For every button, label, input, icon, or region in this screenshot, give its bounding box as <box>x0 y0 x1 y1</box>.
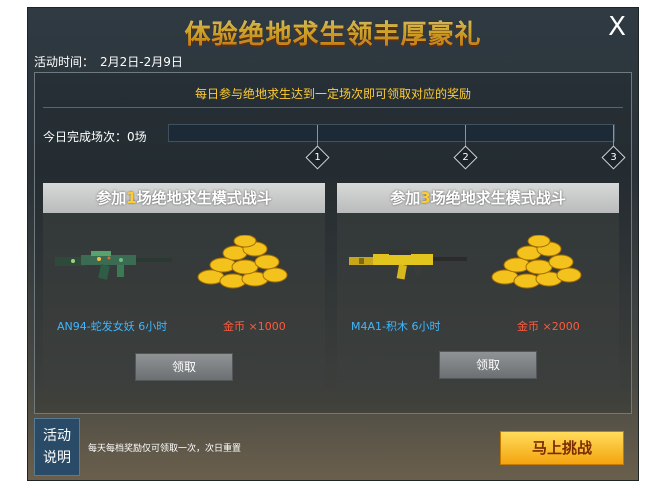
gold-coins-icon <box>491 235 582 289</box>
item-name: M4A1-积木 6小时 <box>351 320 441 333</box>
rules-tab-line2: 说明 <box>43 450 71 466</box>
claim-button[interactable]: 领取 <box>439 351 537 379</box>
event-rules-tab[interactable]: 活动 说明 <box>34 418 80 476</box>
progress-bar <box>168 124 615 153</box>
coin-reward: 金币 ×2000 <box>517 320 580 333</box>
card-header: 参加3场绝地求生模式战斗 <box>337 183 619 213</box>
card-header-prefix: 参加 <box>390 189 421 207</box>
footer-note: 每天每档奖励仅可领取一次，次日重置 <box>88 444 242 454</box>
milestone-marker-1: 1 <box>305 145 330 170</box>
card-header: 参加1场绝地求生模式战斗 <box>43 183 325 213</box>
divider <box>43 107 623 108</box>
claim-button[interactable]: 领取 <box>135 353 233 381</box>
item-name: AN94-蛇发女妖 6小时 <box>57 320 168 333</box>
close-icon[interactable]: X <box>604 14 630 40</box>
event-time: 活动时间： 2月2日-2月9日 <box>34 53 189 70</box>
event-dialog: 体验绝地求生领丰厚豪礼 体验绝地求生领丰厚豪礼 X 活动时间：2月2日-2月9日… <box>28 8 638 480</box>
challenge-now-button[interactable]: 马上挑战 <box>500 431 624 465</box>
card-header-suffix: 场绝地求生模式战斗 <box>136 189 272 207</box>
rifle-camo-icon <box>55 251 172 280</box>
rules-tab-line1: 活动 <box>43 428 71 444</box>
card-header-count: 1 <box>126 189 137 207</box>
milestone-marker-2: 2 <box>453 145 478 170</box>
reward-card-2: 参加3场绝地求生模式战斗 M4A1-积木 6小时 金币 ×2000 领取 <box>337 183 619 398</box>
rifle-yellow-icon <box>349 250 467 280</box>
event-time-label: 活动时间： <box>34 55 95 69</box>
milestone-marker-3: 3 <box>601 145 626 170</box>
reward-notice: 每日参与绝地求生达到一定场次即可领取对应的奖励 <box>194 87 471 101</box>
milestone-number: 1 <box>314 152 321 163</box>
dialog-title: 体验绝地求生领丰厚豪礼 <box>28 14 638 51</box>
gold-coins-icon <box>197 235 288 289</box>
progress-label: 今日完成场次：0场 <box>43 130 147 144</box>
event-time-value: 2月2日-2月9日 <box>100 55 183 69</box>
reward-panel: 每日参与绝地求生达到一定场次即可领取对应的奖励 今日完成场次：0场 1 2 3 … <box>34 72 632 414</box>
milestone-number: 3 <box>610 152 617 163</box>
card-header-suffix: 场绝地求生模式战斗 <box>430 189 566 207</box>
reward-card-1: 参加1场绝地求生模式战斗 AN94-蛇发女妖 6小时 金币 ×1000 领取 <box>43 183 325 398</box>
card-header-prefix: 参加 <box>96 189 127 207</box>
coin-reward: 金币 ×1000 <box>223 320 286 333</box>
card-header-count: 3 <box>420 189 431 207</box>
milestone-number: 2 <box>462 152 469 163</box>
